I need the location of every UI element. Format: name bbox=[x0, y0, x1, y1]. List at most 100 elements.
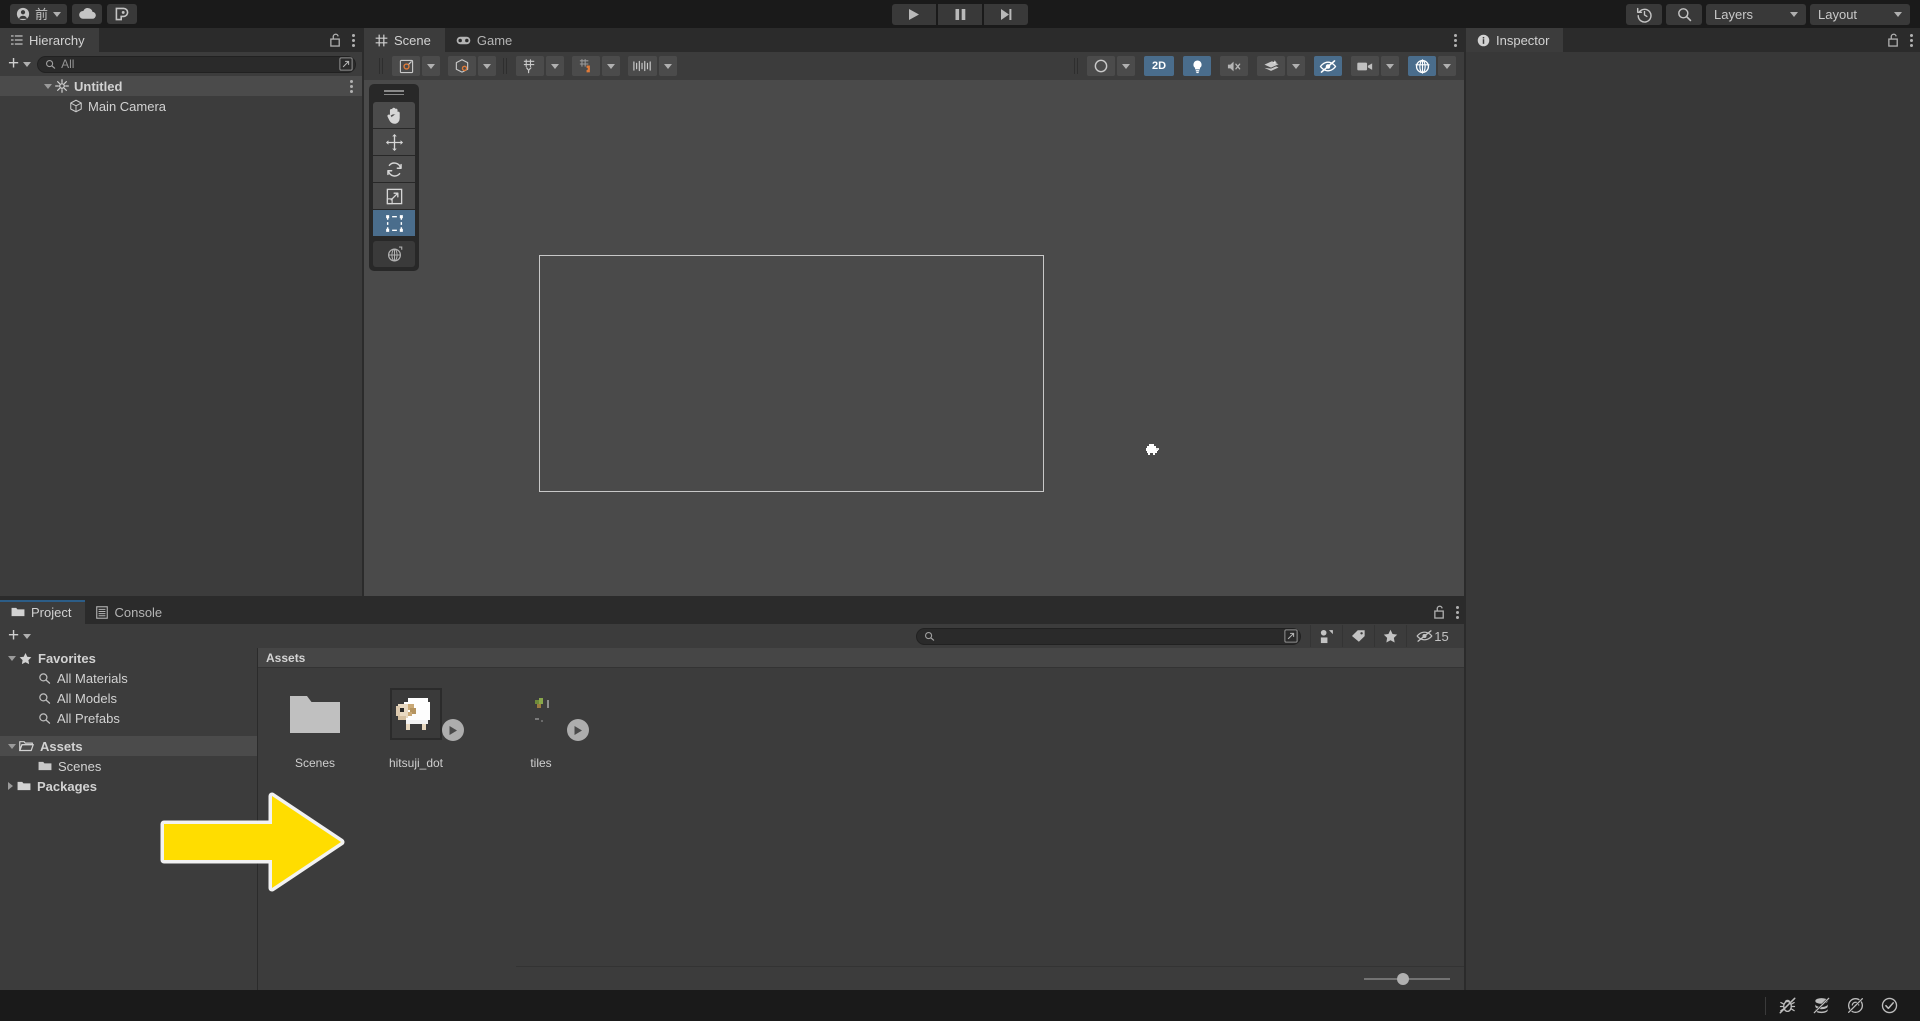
step-button[interactable] bbox=[984, 4, 1028, 25]
chevron-down-icon[interactable] bbox=[8, 744, 16, 749]
draw-mode-button[interactable] bbox=[392, 56, 420, 76]
lock-open-icon[interactable] bbox=[329, 33, 342, 47]
project-search[interactable] bbox=[916, 628, 1301, 645]
grid-snap-button[interactable] bbox=[572, 56, 600, 76]
scene-visibility-toggle[interactable] bbox=[1314, 56, 1342, 76]
scene-sprite-hitsuji[interactable] bbox=[1144, 443, 1164, 457]
asset-item-scenes[interactable]: Scenes bbox=[278, 684, 352, 770]
gizmos-dropdown[interactable] bbox=[1438, 56, 1456, 76]
chevron-right-icon[interactable] bbox=[8, 782, 13, 790]
pause-button[interactable] bbox=[938, 4, 982, 25]
layers-stack-button[interactable] bbox=[1804, 994, 1838, 1018]
eye-slash-button[interactable] bbox=[1838, 994, 1872, 1018]
chevron-down-icon[interactable] bbox=[8, 656, 16, 661]
effects-dropdown[interactable] bbox=[1287, 56, 1305, 76]
ruler-dropdown[interactable] bbox=[659, 56, 677, 76]
gizmo-2d3d-dropdown[interactable] bbox=[478, 56, 496, 76]
asset-preview-play-button[interactable] bbox=[442, 719, 464, 741]
hierarchy-row-menu[interactable] bbox=[350, 80, 353, 93]
grid-axis-button[interactable] bbox=[516, 56, 544, 76]
lock-open-icon[interactable] bbox=[1887, 33, 1900, 47]
tab-game[interactable]: Game bbox=[445, 28, 526, 52]
rect-transform-tool-button[interactable] bbox=[373, 210, 415, 236]
debug-toggle-button[interactable] bbox=[1770, 994, 1804, 1018]
filter-by-label-button[interactable] bbox=[1342, 625, 1374, 647]
scale-tool-button[interactable] bbox=[373, 183, 415, 209]
tab-project[interactable]: Project bbox=[0, 600, 85, 624]
effects-group bbox=[1257, 56, 1305, 76]
plastic-scm-button[interactable] bbox=[107, 4, 137, 24]
hierarchy-menu-button[interactable] bbox=[352, 34, 355, 47]
layout-dropdown[interactable]: Layout bbox=[1810, 4, 1910, 25]
tool-palette-grip[interactable] bbox=[384, 90, 404, 97]
folder-open-icon bbox=[19, 740, 34, 752]
project-search-input[interactable] bbox=[940, 629, 1279, 643]
tab-hierarchy[interactable]: Hierarchy bbox=[0, 28, 99, 52]
project-menu-button[interactable] bbox=[1456, 606, 1459, 619]
toggle-2d-button[interactable]: 2D bbox=[1144, 56, 1174, 76]
hierarchy-add-button[interactable]: + bbox=[8, 57, 31, 71]
tree-item-assets[interactable]: Assets bbox=[0, 736, 257, 756]
transform-tool-button[interactable] bbox=[373, 241, 415, 267]
toolbar-right-group: Layers Layout bbox=[1626, 4, 1910, 25]
tree-item-all-materials[interactable]: All Materials bbox=[0, 668, 257, 688]
grid-snap-dropdown[interactable] bbox=[602, 56, 620, 76]
asset-item-hitsuji-dot[interactable]: hitsuji_dot bbox=[379, 684, 453, 770]
gizmos-button[interactable] bbox=[1408, 56, 1436, 76]
scene-visibility-button[interactable] bbox=[448, 56, 476, 76]
tree-item-all-models[interactable]: All Models bbox=[0, 688, 257, 708]
chevron-down-icon bbox=[607, 64, 615, 69]
tree-item-all-prefabs[interactable]: All Prefabs bbox=[0, 708, 257, 728]
tab-game-label: Game bbox=[477, 33, 512, 48]
chevron-down-icon[interactable] bbox=[44, 84, 52, 89]
move-tool-button[interactable] bbox=[373, 129, 415, 155]
hierarchy-row-scene[interactable]: Untitled bbox=[0, 76, 362, 96]
shading-mode-button[interactable] bbox=[1087, 56, 1115, 76]
ruler-button[interactable] bbox=[628, 56, 657, 76]
check-circle-button[interactable] bbox=[1872, 994, 1906, 1018]
hierarchy-search[interactable] bbox=[37, 56, 356, 73]
asset-preview-play-button[interactable] bbox=[567, 719, 589, 741]
hierarchy-row-main-camera[interactable]: Main Camera bbox=[0, 96, 362, 116]
play-button[interactable] bbox=[892, 4, 936, 25]
tree-item-scenes[interactable]: Scenes bbox=[0, 756, 257, 776]
playmode-controls bbox=[892, 4, 1028, 25]
toggle-audio-button[interactable] bbox=[1220, 56, 1248, 76]
expand-window-icon[interactable] bbox=[339, 57, 353, 71]
inspector-menu-button[interactable] bbox=[1910, 34, 1913, 47]
scene-camera-dropdown[interactable] bbox=[1381, 56, 1399, 76]
filter-favorites-button[interactable] bbox=[1374, 625, 1406, 647]
lock-open-icon[interactable] bbox=[1433, 605, 1446, 619]
expand-window-icon[interactable] bbox=[1284, 629, 1298, 643]
toggle-lighting-button[interactable] bbox=[1183, 56, 1211, 76]
account-button[interactable]: 前 bbox=[10, 4, 67, 24]
rotate-tool-button[interactable] bbox=[373, 156, 415, 182]
layers-dropdown[interactable]: Layers bbox=[1706, 4, 1806, 25]
divider-hierarchy-scene[interactable] bbox=[362, 28, 364, 596]
hand-tool-button[interactable] bbox=[373, 102, 415, 128]
tab-console[interactable]: Console bbox=[85, 600, 176, 624]
scene-camera-button[interactable] bbox=[1351, 56, 1379, 76]
cloud-button[interactable] bbox=[72, 4, 102, 24]
tree-item-favorites[interactable]: Favorites bbox=[0, 648, 257, 668]
tab-inspector[interactable]: Inspector bbox=[1466, 28, 1563, 52]
effects-button[interactable] bbox=[1257, 56, 1285, 76]
asset-item-tiles[interactable]: tiles bbox=[504, 684, 578, 770]
tree-item-packages[interactable]: Packages bbox=[0, 776, 257, 796]
grid-axis-dropdown[interactable] bbox=[546, 56, 564, 76]
filter-by-type-button[interactable] bbox=[1310, 625, 1342, 647]
hidden-assets-count[interactable]: 15 bbox=[1406, 625, 1458, 647]
draw-mode-dropdown[interactable] bbox=[422, 56, 440, 76]
global-search-button[interactable] bbox=[1666, 4, 1702, 25]
tab-scene[interactable]: Scene bbox=[364, 28, 445, 52]
shading-mode-dropdown[interactable] bbox=[1117, 56, 1135, 76]
scene-canvas[interactable] bbox=[364, 80, 1464, 596]
divider-scene-project[interactable] bbox=[0, 596, 1466, 600]
slider-knob[interactable] bbox=[1397, 973, 1409, 985]
project-add-button[interactable]: + bbox=[8, 629, 31, 643]
undo-history-button[interactable] bbox=[1626, 4, 1662, 25]
divider-scene-inspector[interactable] bbox=[1464, 28, 1466, 596]
scene-menu-button[interactable] bbox=[1454, 34, 1457, 47]
hierarchy-search-input[interactable] bbox=[61, 57, 334, 71]
asset-zoom-slider[interactable] bbox=[1364, 973, 1450, 985]
